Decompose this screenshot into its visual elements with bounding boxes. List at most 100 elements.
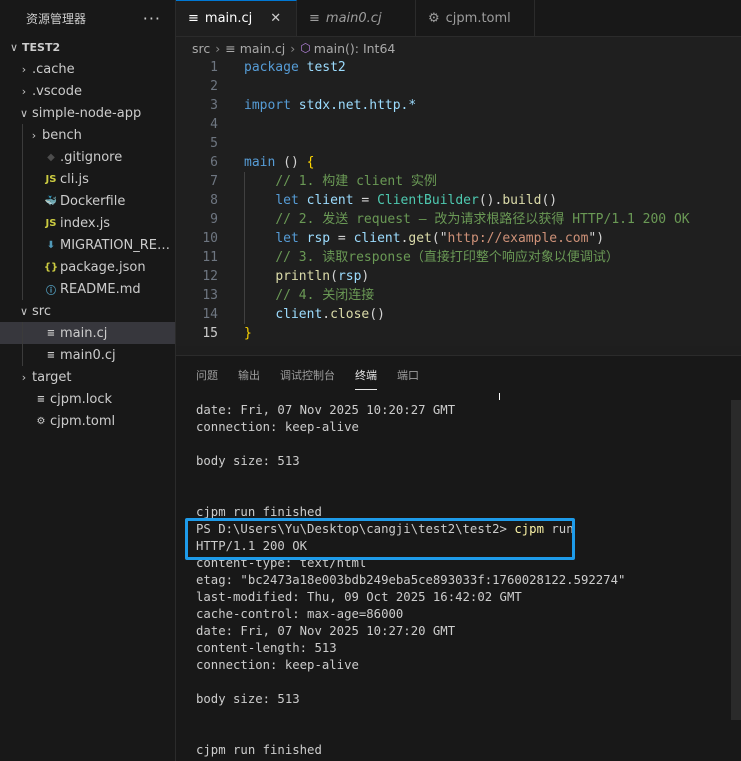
tree-item[interactable]: JS cli.js	[0, 168, 175, 190]
file-type-icon: 🐳	[44, 195, 58, 207]
terminal-scrollbar[interactable]	[731, 400, 741, 720]
chevron-right-icon: ›	[21, 84, 27, 98]
terminal-line: date: Fri, 07 Nov 2025 10:20:27 GMT	[196, 402, 731, 419]
line-number: 8	[210, 193, 218, 208]
method-icon: ⬡	[300, 41, 311, 55]
breadcrumb-folder[interactable]: src	[192, 41, 210, 56]
tree-item-label: index.js	[60, 215, 111, 231]
code-token: http://example.com	[447, 231, 589, 246]
terminal-text: date: Fri, 07 Nov 2025 10:27:20 GMT	[196, 624, 456, 638]
tree-item[interactable]: 🐳 Dockerfile	[0, 190, 175, 212]
tree-item[interactable]: JS index.js	[0, 212, 175, 234]
tab-main-cj[interactable]: ≡ main.cj ✕	[176, 0, 297, 36]
tree-item-label: src	[32, 303, 51, 319]
tab-label: cjpm.toml	[445, 10, 511, 26]
tree-item[interactable]: › target	[0, 366, 175, 388]
indent-guide	[244, 248, 245, 267]
panel-tab[interactable]: 终端	[355, 361, 377, 390]
panel-tab[interactable]: 问题	[196, 361, 218, 389]
code-token: }	[244, 326, 252, 341]
tree-item-label: .cache	[32, 61, 75, 77]
code-token: =	[330, 231, 354, 246]
tree-item[interactable]: › bench	[0, 124, 175, 146]
tree-item[interactable]: ⚙ cjpm.toml	[0, 410, 175, 432]
file-type-icon: {}	[43, 261, 59, 273]
tree-item[interactable]: › .cache	[0, 58, 175, 80]
tree-item-label: package.json	[60, 259, 146, 275]
line-number: 14	[202, 307, 218, 322]
more-actions-icon[interactable]: ···	[143, 9, 161, 28]
tree-item[interactable]: ∨ src	[0, 300, 175, 322]
terminal-text: cjpm run finished	[196, 505, 322, 519]
tree-item[interactable]: ∨ simple-node-app	[0, 102, 175, 124]
file-type-icon: ≡	[46, 327, 56, 339]
code-line: 13 // 4. 关闭连接	[176, 286, 741, 305]
tab-main0-cj[interactable]: ≡ main0.cj	[297, 0, 416, 36]
indent-guide	[22, 278, 23, 300]
code-token: rsp	[337, 269, 362, 284]
terminal-text: content-length: 513	[196, 641, 337, 655]
tree-item-label: README.md	[60, 281, 141, 297]
indent-guide	[22, 256, 23, 278]
terminal-command: cjpm	[514, 522, 544, 536]
indent-guide	[22, 234, 23, 256]
terminal-line: connection: keep-alive	[196, 657, 731, 674]
gear-icon: ⚙	[428, 10, 440, 26]
indent-guide	[244, 305, 245, 324]
tree-item[interactable]: ≡ main0.cj	[0, 344, 175, 366]
chevron-down-icon: ∨	[9, 40, 19, 54]
code-line: 8 let client = ClientBuilder().build()	[176, 191, 741, 210]
breadcrumb-file[interactable]: main.cj	[240, 41, 286, 56]
tree-item[interactable]: {} package.json	[0, 256, 175, 278]
tree-item[interactable]: ∨ TEST2	[0, 36, 175, 58]
code-token: package	[244, 60, 307, 75]
code-text: let rsp = client.get("http://example.com…	[244, 229, 604, 248]
code-token: =	[353, 193, 378, 208]
line-number: 6	[210, 155, 218, 170]
terminal-text: connection: keep-alive	[196, 658, 359, 672]
tree-item[interactable]: ◆ .gitignore	[0, 146, 175, 168]
terminal-text: last-modified: Thu, 09 Oct 2025 16:42:02…	[196, 590, 522, 604]
terminal-line: HTTP/1.1 200 OK	[196, 538, 731, 555]
close-icon[interactable]: ✕	[270, 11, 281, 26]
tree-item-label: MIGRATION_REPOR...	[60, 237, 175, 253]
panel-tab[interactable]: 输出	[238, 361, 260, 389]
tree-item[interactable]: › .vscode	[0, 80, 175, 102]
code-token: ()	[275, 155, 307, 170]
code-token: .	[322, 307, 331, 322]
tree-item-label: .gitignore	[60, 149, 123, 165]
code-token: get	[408, 231, 432, 246]
code-text: package test2	[244, 58, 346, 77]
code-text: // 2. 发送 request — 改为请求根路径以获得 HTTP/1.1 2…	[244, 210, 690, 229]
tab-cjpm-toml[interactable]: ⚙ cjpm.toml	[416, 0, 535, 36]
indent-guide	[22, 344, 23, 366]
terminal-text: body size: 513	[196, 454, 300, 468]
terminal-output[interactable]: date: Fri, 07 Nov 2025 10:20:27 GMT conne…	[196, 402, 731, 759]
tree-item[interactable]: ⬇ MIGRATION_REPOR...	[0, 234, 175, 256]
chevron-right-icon: ›	[21, 370, 27, 384]
indent-guide	[22, 322, 23, 344]
file-tree: ∨ TEST2 › .cache › .vscode ∨ simple-node-app › be…	[0, 36, 175, 432]
code-line: 3 import stdx.net.http.*	[176, 96, 741, 115]
code-line: 9 // 2. 发送 request — 改为请求根路径以获得 HTTP/1.1…	[176, 210, 741, 229]
terminal-text: body size: 513	[196, 692, 300, 706]
code-token: // 3. 读取response（直接打印整个响应对象以便调试）	[275, 250, 619, 265]
panel-tab[interactable]: 调试控制台	[280, 361, 335, 389]
terminal-args: run	[543, 522, 574, 536]
tree-item[interactable]: ≡ main.cj	[0, 322, 175, 344]
code-editor[interactable]: 1 package test2 2 3 import stdx.net.http.* 4 5…	[176, 58, 741, 346]
code-text: main () {	[244, 153, 314, 172]
tree-item-label: target	[32, 369, 72, 385]
terminal-line: content-type: text/html	[196, 555, 731, 572]
tree-item[interactable]: ⓘ README.md	[0, 278, 175, 300]
panel-tab[interactable]: 端口	[397, 361, 419, 389]
code-token: ()	[369, 307, 385, 322]
tree-item[interactable]: ≡ cjpm.lock	[0, 388, 175, 410]
breadcrumb-symbol[interactable]: main(): Int64	[314, 41, 396, 56]
line-number: 15	[202, 326, 218, 341]
